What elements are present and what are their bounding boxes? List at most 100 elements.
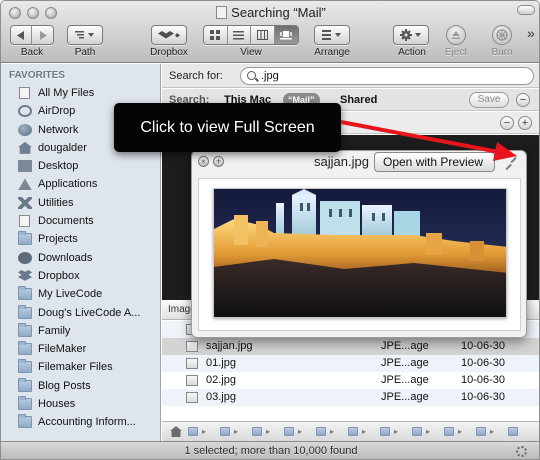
path-folder-icon[interactable] (412, 427, 422, 436)
sidebar-item[interactable]: Documents (1, 212, 160, 230)
path-folder-icon[interactable] (508, 427, 518, 436)
file-kind-cell: JPE...age (381, 391, 429, 403)
remove-criteria-button[interactable]: − (516, 93, 530, 107)
jpeg-file-icon (186, 375, 198, 386)
cover-flow-view-button[interactable] (274, 26, 298, 44)
path-folder-icon[interactable] (476, 427, 486, 436)
table-row[interactable]: 02.jpg JPE...age 10-06-30 (162, 372, 539, 389)
arrange-button[interactable] (314, 25, 350, 45)
dropbox-button[interactable] (151, 25, 187, 45)
file-date-cell: 10-06-30 (461, 357, 506, 369)
table-row[interactable]: sajjan.jpg JPE...age 10-06-30 (162, 338, 539, 355)
sidebar-item[interactable]: Doug's LiveCode A... (1, 304, 160, 322)
back-forward-group: Back (10, 25, 54, 58)
sidebar-item[interactable]: Utilities (1, 194, 160, 212)
sidebar-item-label: Downloads (38, 251, 93, 264)
sidebar-item[interactable]: Projects (1, 230, 160, 248)
table-row[interactable]: 01.jpg JPE...age 10-06-30 (162, 355, 539, 372)
search-bar: Search for: .jpg (162, 64, 539, 88)
sidebar-item-label: Documents (38, 215, 94, 228)
dropbox-label: Dropbox (150, 47, 188, 58)
search-for-label: Search for: (169, 70, 223, 82)
forward-button[interactable] (32, 26, 53, 44)
path-folder-icon[interactable] (252, 427, 262, 436)
toolbar-toggle-button[interactable] (517, 5, 535, 15)
window-title-text: Searching “Mail” (231, 5, 326, 20)
action-group: Action (393, 25, 431, 58)
path-folder-icon[interactable] (444, 427, 454, 436)
path-folder-icon[interactable] (188, 427, 198, 436)
gear-icon (394, 26, 428, 44)
sidebar-item[interactable]: Applications (1, 175, 160, 193)
eject-button[interactable] (446, 25, 466, 45)
sidebar-item-label: Family (38, 324, 71, 337)
table-row[interactable]: 03.jpg JPE...age 10-06-30 (162, 389, 539, 406)
column-view-button[interactable] (251, 26, 275, 44)
sidebar-item-label: Network (38, 123, 79, 136)
sidebar-item[interactable]: Houses (1, 395, 160, 413)
sidebar-item[interactable]: My LiveCode (1, 285, 160, 303)
fort-photo-image (213, 188, 507, 318)
quick-look-title: sajjan.jpg (314, 154, 369, 169)
arrange-group: Arrange (311, 25, 353, 58)
path-folder-icon[interactable] (348, 427, 358, 436)
sidebar-item[interactable]: Accounting Inform... (1, 413, 160, 431)
sidebar-item[interactable]: All My Files (1, 84, 160, 102)
folder-icon (18, 304, 32, 319)
file-name-cell: 02.jpg (206, 374, 236, 386)
list-view-button[interactable] (228, 26, 251, 44)
applications-icon (18, 178, 32, 191)
home-icon (18, 141, 32, 154)
open-with-preview-button[interactable]: Open with Preview (374, 152, 495, 172)
folder-icon (18, 286, 32, 301)
path-separator-icon: ▸ (394, 427, 399, 436)
quick-look-zoom-button[interactable]: + (213, 156, 224, 167)
back-button[interactable] (11, 26, 33, 44)
fort-photo-graphic (214, 189, 506, 317)
back-arrow-icon (17, 30, 24, 40)
sidebar-item[interactable]: Blog Posts (1, 377, 160, 395)
sidebar-item-label: Filemaker Files (38, 361, 113, 374)
scope-shared[interactable]: Shared (340, 94, 377, 106)
path-separator-icon: ▸ (234, 427, 239, 436)
sidebar-item-label: Dropbox (38, 269, 80, 282)
icon-view-button[interactable] (204, 26, 228, 44)
sidebar-item[interactable]: Filemaker Files (1, 358, 160, 376)
path-folder-icon[interactable] (380, 427, 390, 436)
network-icon (18, 123, 32, 136)
sidebar-item[interactable]: Family (1, 322, 160, 340)
add-rule-button[interactable]: + (518, 116, 532, 130)
remove-rule-button[interactable]: − (500, 116, 514, 130)
search-icon (247, 71, 256, 80)
file-kind-cell: JPE...age (381, 340, 429, 352)
progress-spinner-icon (516, 446, 527, 457)
sidebar-item[interactable]: Desktop (1, 157, 160, 175)
sidebar-item[interactable]: FileMaker (1, 340, 160, 358)
full-screen-icon[interactable] (505, 157, 517, 169)
search-field[interactable]: .jpg (240, 67, 534, 85)
toolbar-overflow-button[interactable]: » (527, 25, 535, 41)
jpeg-file-icon (186, 358, 198, 369)
finder-window: Searching “Mail” Back Path Dropbox View … (0, 0, 540, 460)
sidebar-item-label: Utilities (38, 196, 74, 209)
path-folder-icon[interactable] (284, 427, 294, 436)
burn-button[interactable] (492, 25, 512, 45)
sidebar-item[interactable]: Downloads (1, 249, 160, 267)
file-date-cell: 10-06-30 (461, 340, 506, 352)
folder-icon (18, 341, 32, 356)
path-folder-icon[interactable] (220, 427, 230, 436)
burn-group: Burn (487, 25, 517, 58)
arrange-icon (315, 26, 349, 44)
path-button[interactable] (67, 25, 103, 45)
burn-icon (496, 29, 508, 41)
save-search-button[interactable]: Save (469, 92, 509, 108)
folder-icon (18, 359, 32, 374)
home-icon[interactable] (170, 426, 182, 437)
action-button[interactable] (393, 25, 429, 45)
sidebar-item-label: Houses (38, 398, 76, 411)
folder-icon (18, 377, 32, 392)
sidebar-item[interactable]: Dropbox (1, 267, 160, 285)
path-folder-icon[interactable] (316, 427, 326, 436)
sidebar-item-label: Doug's LiveCode A... (38, 306, 141, 319)
quick-look-close-button[interactable]: × (198, 156, 209, 167)
